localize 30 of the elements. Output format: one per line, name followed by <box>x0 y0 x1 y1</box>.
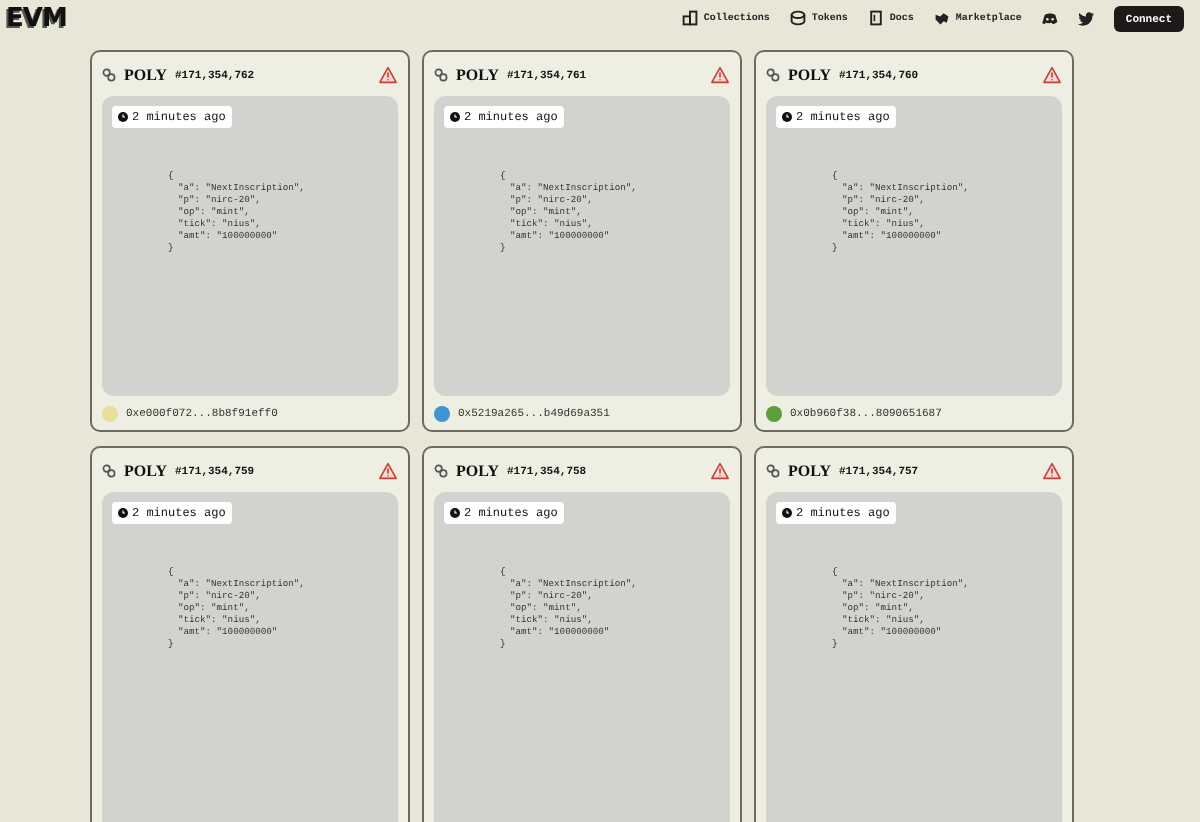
chain-name: POLY <box>124 461 167 479</box>
chain-name: POLY <box>788 461 831 479</box>
link-icon <box>766 463 780 477</box>
warning-icon[interactable] <box>1042 461 1062 479</box>
coins-icon <box>789 10 806 26</box>
clock-icon <box>118 508 128 518</box>
clock-icon <box>118 112 128 122</box>
chain-name: POLY <box>456 461 499 479</box>
warning-icon[interactable] <box>378 65 398 83</box>
blocks-icon <box>681 10 698 26</box>
link-icon <box>766 67 780 81</box>
clock-icon <box>450 112 460 122</box>
logo[interactable]: EVM <box>6 3 67 33</box>
link-icon <box>434 67 448 81</box>
chain-name: POLY <box>788 65 831 83</box>
warning-icon[interactable] <box>710 65 730 83</box>
link-icon <box>102 463 116 477</box>
chain-name: POLY <box>456 65 499 83</box>
warning-icon[interactable] <box>378 461 398 479</box>
clock-icon <box>782 508 792 518</box>
discord-icon[interactable] <box>1041 11 1058 25</box>
document-icon <box>867 10 884 26</box>
warning-icon[interactable] <box>710 461 730 479</box>
clock-icon <box>450 508 460 518</box>
link-icon <box>102 67 116 81</box>
clock-icon <box>782 112 792 122</box>
link-icon <box>434 463 448 477</box>
warning-icon[interactable] <box>1042 65 1062 83</box>
chain-name: POLY <box>124 65 167 83</box>
twitter-icon[interactable] <box>1077 11 1094 25</box>
